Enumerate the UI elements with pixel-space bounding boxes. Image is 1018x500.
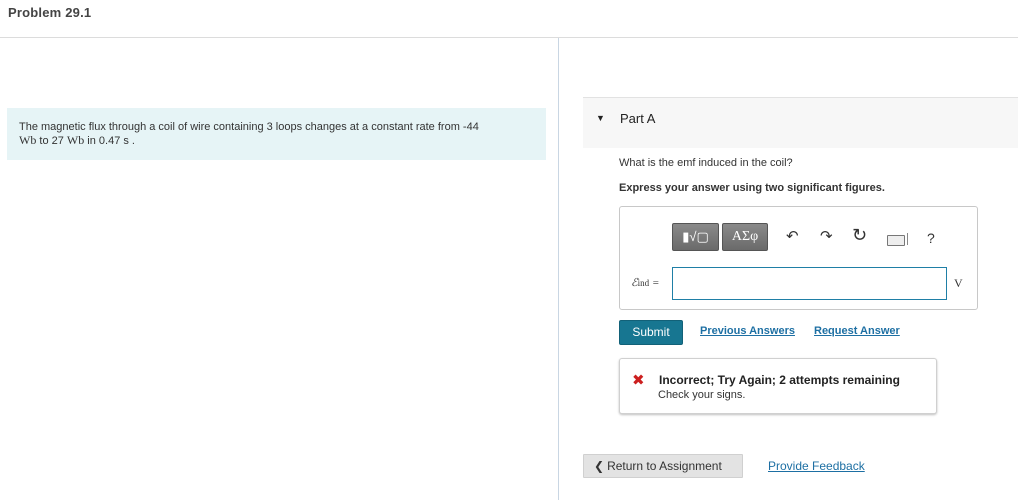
- templates-button[interactable]: ▮√▢: [672, 223, 719, 251]
- part-title[interactable]: Part A: [620, 111, 655, 126]
- equals-sign: =: [649, 277, 660, 289]
- instruction-text: Express your answer using two significan…: [619, 182, 885, 194]
- emf-symbol: ℰ: [631, 277, 638, 289]
- submit-button[interactable]: Submit: [619, 320, 683, 345]
- emf-subscript: ind: [637, 278, 650, 288]
- chevron-left-icon: ❮: [594, 459, 605, 473]
- problem-text-3: in 0.47 s .: [84, 135, 135, 147]
- undo-icon[interactable]: ↶: [786, 229, 799, 245]
- reset-icon[interactable]: ↻: [852, 226, 867, 244]
- return-to-assignment-button[interactable]: ❮ Return to Assignment: [583, 454, 743, 478]
- unit-label: V: [954, 276, 963, 290]
- redo-icon[interactable]: ↷: [820, 229, 833, 245]
- feedback-title: Incorrect; Try Again; 2 attempts remaini…: [659, 373, 900, 387]
- feedback-box: ✖ Incorrect; Try Again; 2 attempts remai…: [619, 358, 937, 414]
- greek-symbols-button[interactable]: ΑΣφ: [722, 223, 768, 251]
- column-divider: [558, 38, 559, 500]
- provide-feedback-link[interactable]: Provide Feedback: [768, 459, 865, 473]
- answer-panel: ▮√▢ ΑΣφ ↶ ↷ ↻ ? ℰind = V: [619, 206, 978, 310]
- header-divider: [0, 37, 1018, 38]
- previous-answers-link[interactable]: Previous Answers: [700, 325, 795, 337]
- collapse-caret-icon[interactable]: ▼: [596, 113, 605, 123]
- answer-label: ℰind =: [631, 276, 659, 289]
- flux-end-unit: Wb: [66, 133, 85, 147]
- incorrect-x-icon: ✖: [632, 372, 645, 389]
- keyboard-icon[interactable]: [887, 235, 905, 246]
- question-text: What is the emf induced in the coil?: [619, 157, 793, 169]
- answer-input[interactable]: [672, 267, 947, 300]
- return-label: Return to Assignment: [607, 459, 722, 473]
- problem-statement: The magnetic flux through a coil of wire…: [7, 108, 546, 160]
- problem-text-1: The magnetic flux through a coil of wire…: [19, 121, 479, 133]
- problem-text-2: to 27: [36, 135, 67, 147]
- help-icon[interactable]: ?: [927, 230, 935, 246]
- page-title: Problem 29.1: [8, 5, 92, 20]
- request-answer-link[interactable]: Request Answer: [814, 325, 900, 337]
- toolbar-separator: [907, 233, 908, 245]
- flux-start-unit: Wb: [19, 133, 37, 147]
- feedback-message: Check your signs.: [658, 389, 746, 401]
